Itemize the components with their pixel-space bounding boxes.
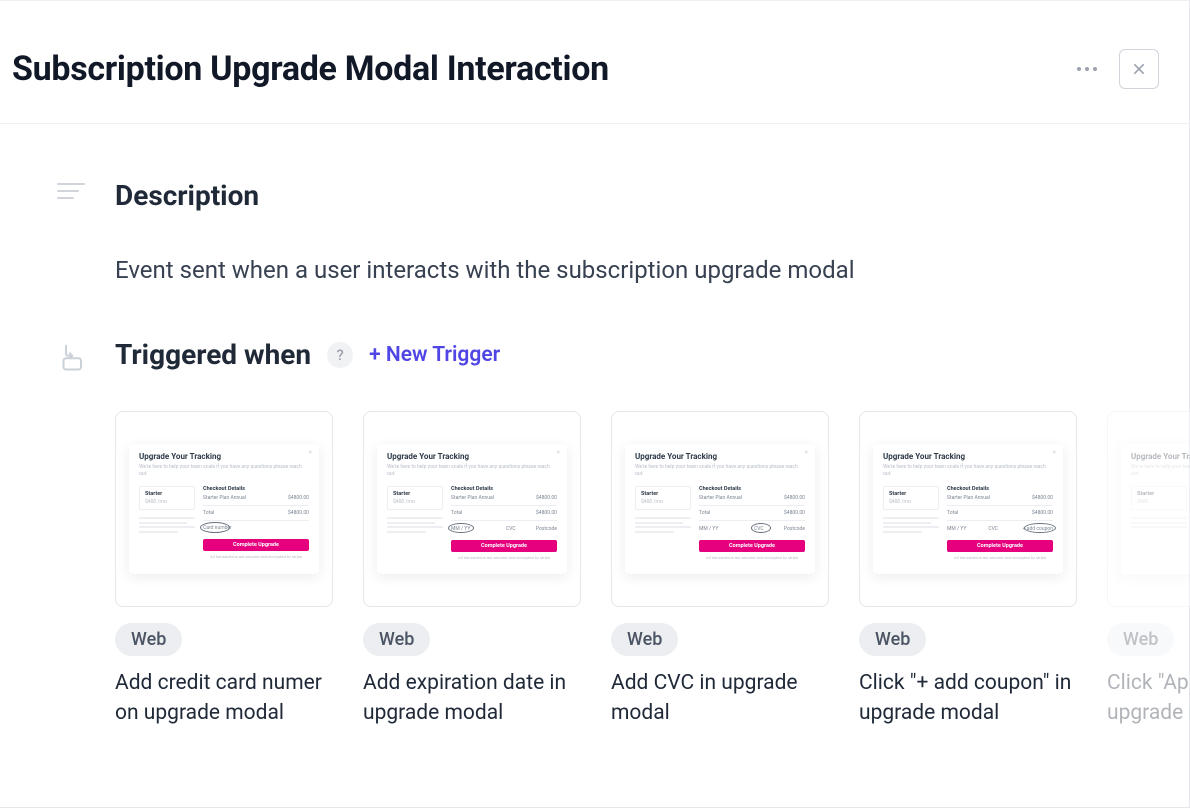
platform-badge: Web — [363, 623, 430, 656]
trigger-icon — [55, 338, 87, 372]
platform-badge: Web — [115, 623, 182, 656]
trigger-thumbnail: × Upgrade Your Tracking We're here to he… — [363, 411, 581, 607]
close-icon — [1131, 61, 1147, 77]
trigger-card[interactable]: × Upgrade Your Tracking We're here to he… — [115, 411, 333, 729]
trigger-title: Add credit card numer on upgrade modal — [115, 668, 333, 729]
trigger-card[interactable]: × Upgrade Your Tracking We're here to he… — [363, 411, 581, 729]
event-detail-panel: Subscription Upgrade Modal Interaction D… — [0, 0, 1190, 808]
header-actions — [1073, 49, 1159, 89]
new-trigger-button[interactable]: + New Trigger — [369, 343, 500, 367]
triggers-section: Triggered when ? + New Trigger × Upgrade… — [55, 338, 1189, 729]
triggers-heading-row: Triggered when ? + New Trigger — [115, 338, 1190, 371]
help-badge[interactable]: ? — [327, 342, 353, 368]
platform-badge: Web — [859, 623, 926, 656]
trigger-title: Add CVC in upgrade modal — [611, 668, 829, 729]
trigger-card[interactable]: × Upgrade Your Tracking We're here to he… — [611, 411, 829, 729]
description-text: Event sent when a user interacts with th… — [115, 252, 1189, 288]
more-button[interactable] — [1073, 63, 1101, 75]
description-section: Description Event sent when a user inter… — [55, 179, 1189, 288]
trigger-title: Click "Apply coupon" in upgrade modal — [1107, 668, 1190, 729]
trigger-title: Add expiration date in upgrade modal — [363, 668, 581, 729]
description-icon — [55, 179, 87, 199]
trigger-title: Click "+ add coupon" in upgrade modal — [859, 668, 1077, 729]
trigger-thumbnail: Upgrade Your Tracking We're here to help… — [1107, 411, 1190, 607]
platform-badge: Web — [611, 623, 678, 656]
trigger-thumbnail: × Upgrade Your Tracking We're here to he… — [859, 411, 1077, 607]
panel-header: Subscription Upgrade Modal Interaction — [0, 0, 1189, 124]
panel-body: Description Event sent when a user inter… — [0, 124, 1189, 729]
triggers-heading: Triggered when — [115, 338, 311, 371]
trigger-card[interactable]: Upgrade Your Tracking We're here to help… — [1107, 411, 1190, 729]
trigger-thumbnail: × Upgrade Your Tracking We're here to he… — [115, 411, 333, 607]
triggers-list: × Upgrade Your Tracking We're here to he… — [115, 411, 1190, 729]
page-title: Subscription Upgrade Modal Interaction — [12, 49, 609, 89]
close-button[interactable] — [1119, 49, 1159, 89]
description-heading: Description — [115, 179, 1189, 212]
platform-badge: Web — [1107, 623, 1174, 656]
trigger-card[interactable]: × Upgrade Your Tracking We're here to he… — [859, 411, 1077, 729]
trigger-thumbnail: × Upgrade Your Tracking We're here to he… — [611, 411, 829, 607]
